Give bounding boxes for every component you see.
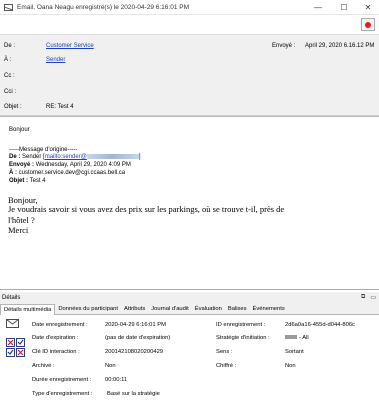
strategy-value: - All xyxy=(299,335,309,341)
orig-to-line: À : customer.service.dev@cgi.ccaas.bell.… xyxy=(9,170,125,176)
to-label: À : xyxy=(4,57,12,63)
subject-label: Objet : xyxy=(4,104,22,110)
duration-label: Durée enregistrement : xyxy=(32,377,92,383)
message-closing: Merci xyxy=(8,225,29,235)
minimize-button[interactable]: — xyxy=(305,0,331,15)
orig-from-value: Sender [ xyxy=(22,154,45,161)
restore-icon[interactable]: ⧉ xyxy=(361,294,365,301)
orig-from-end: ] xyxy=(138,154,141,161)
email-icon xyxy=(6,319,19,328)
window-titlebar: Email, Oana Neagu enregistré(s) le 2020-… xyxy=(0,0,379,15)
details-title: Détails xyxy=(2,295,21,301)
tab-events[interactable]: Événements xyxy=(250,304,288,315)
tab-evaluation[interactable]: Évaluation xyxy=(192,304,225,315)
message-line-2: l'hôtel ? xyxy=(8,215,35,225)
to-link[interactable]: Sender xyxy=(46,57,65,63)
duration-value: 00:00:11 xyxy=(105,377,128,383)
recording-type-value: Basé sur la stratégie xyxy=(107,391,160,397)
strategy-label: Stratégie d'initiation : xyxy=(216,335,270,341)
expiry-value: (pas de date d'expiration) xyxy=(105,335,171,341)
direction-label: Sens : xyxy=(216,349,233,355)
tab-audit-log[interactable]: Journal d'audit xyxy=(148,304,192,315)
details-pane: Détails ⧉ ▭ Détails multimédia Données d… xyxy=(0,292,379,408)
orig-subject-value: Test 4 xyxy=(29,178,46,184)
subject-value: RE: Test 4 xyxy=(46,104,74,110)
body-greeting: Bonjour xyxy=(9,127,30,133)
details-panel: Date enregistrement : 2020-04-29 6:16:01… xyxy=(0,315,379,408)
archived-value: Non xyxy=(105,363,116,369)
details-tabs: Détails multimédia Données du participan… xyxy=(0,304,379,316)
recording-id-value: 2d6a0a16-455d-d044-806c xyxy=(285,322,355,328)
collapse-icon[interactable]: ▭ xyxy=(370,294,376,301)
window-title: Email, Oana Neagu enregistré(s) le 2020-… xyxy=(17,3,189,11)
recording-id-label: ID enregistrement : xyxy=(216,322,266,328)
tab-participant-data[interactable]: Données du participant xyxy=(55,304,121,315)
interaction-id-value: 200142108020200429 xyxy=(105,349,164,355)
orig-from-mailto[interactable]: mailto:sender@ xyxy=(45,154,87,160)
strategy-value-line: - All xyxy=(285,335,309,341)
maximize-button[interactable]: ☐ xyxy=(331,0,357,15)
orig-from-line: De : Sender [mailto:sender@] xyxy=(9,154,140,160)
orig-sent-value: Wednesday, April 29, 2020 4:09 PM xyxy=(35,162,131,168)
orig-subject-label: Objet : xyxy=(9,178,28,184)
record-button[interactable] xyxy=(361,18,375,31)
message-line-1: Je voudrais savoir si vous avez des prix… xyxy=(8,204,285,214)
details-controls: ⧉ ▭ xyxy=(361,294,376,301)
email-header: De : Customer Service Envoyé : April 29,… xyxy=(0,34,379,116)
bcc-label: Cci : xyxy=(4,89,16,95)
orig-to-label: À : xyxy=(9,170,17,176)
encrypted-value: Non xyxy=(285,363,296,369)
from-link[interactable]: Customer Service xyxy=(46,43,94,49)
archived-label: Archivé : xyxy=(32,363,55,369)
encrypted-label: Chiffré : xyxy=(216,363,237,369)
email-body[interactable]: Bonjour -----Message d'origine----- De :… xyxy=(0,116,379,290)
redacted-strategy xyxy=(285,335,297,340)
date-label: Date enregistrement : xyxy=(32,322,88,328)
orig-sent-label: Envoyé : xyxy=(9,162,35,168)
record-icon xyxy=(365,21,371,28)
original-message-marker: -----Message d'origine----- xyxy=(9,147,78,153)
envelope-icon xyxy=(4,3,13,11)
direction-value: Sortant xyxy=(285,349,304,355)
cc-label: Cc : xyxy=(4,73,15,79)
sent-value: April 29, 2020 6.16.12 PM xyxy=(305,43,375,49)
tab-attributes[interactable]: Attributs xyxy=(121,304,148,315)
sent-label: Envoyé : xyxy=(272,43,296,49)
close-button[interactable]: ✕ xyxy=(357,0,379,15)
orig-sent-line: Envoyé : Wednesday, April 29, 2020 4:09 … xyxy=(9,162,131,168)
window-controls: — ☐ ✕ xyxy=(305,0,379,15)
checkbox-grid-icon xyxy=(6,338,25,357)
orig-from-label: De : xyxy=(9,154,21,161)
recording-type-label: Type d'enregistrement : xyxy=(32,391,93,397)
from-label: De : xyxy=(4,43,16,49)
redacted-address xyxy=(86,154,139,159)
expiry-label: Date d'expiration : xyxy=(32,335,79,341)
tab-tags[interactable]: Balises xyxy=(225,304,250,315)
orig-to-value: customer.service.dev@cgi.ccaas.bell.ca xyxy=(18,170,126,176)
date-value: 2020-04-29 6:16:01 PM xyxy=(105,322,166,328)
interaction-id-label: Clé ID interaction : xyxy=(32,349,80,355)
orig-subject-line: Objet : Test 4 xyxy=(9,178,46,184)
